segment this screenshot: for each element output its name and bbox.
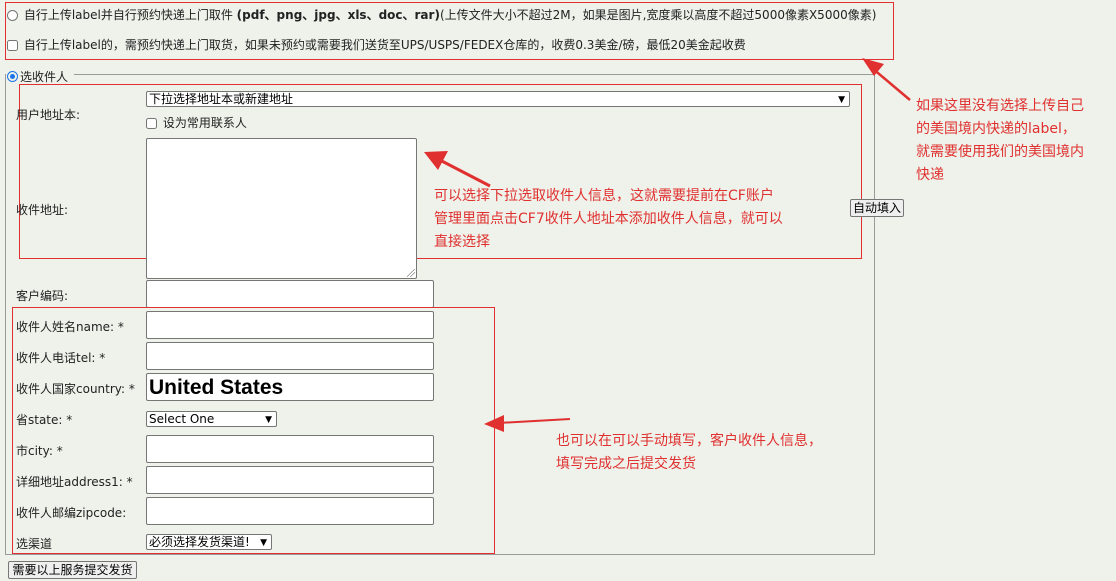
note-top-right-line: 的美国境内快递的label，	[916, 121, 1076, 137]
note-top-right-line: 快递	[916, 167, 944, 183]
note-middle-line: 可以选择下拉选取收件人信息，这就需要提前在CF账户	[434, 188, 774, 204]
note-bottom-line: 填写完成之后提交发货	[556, 456, 696, 472]
annotation-arrows	[424, 58, 911, 432]
note-top-right-line: 就需要使用我们的美国境内	[916, 144, 1084, 160]
note-top-right: 如果这里没有选择上传自己 的美国境内快递的label， 就需要使用我们的美国境内…	[916, 95, 1084, 187]
note-bottom-line: 也可以在可以手动填写，客户收件人信息，	[556, 433, 822, 449]
note-middle-line: 直接选择	[434, 234, 490, 250]
note-bottom: 也可以在可以手动填写，客户收件人信息， 填写完成之后提交发货	[556, 430, 822, 476]
note-middle: 可以选择下拉选取收件人信息，这就需要提前在CF账户 管理里面点击CF7收件人地址…	[434, 185, 783, 254]
arrow-top-right	[862, 58, 911, 101]
note-top-right-line: 如果这里没有选择上传自己	[916, 98, 1084, 114]
arrow-middle	[424, 151, 491, 188]
note-middle-line: 管理里面点击CF7收件人地址本添加收件人信息，就可以	[434, 211, 783, 227]
